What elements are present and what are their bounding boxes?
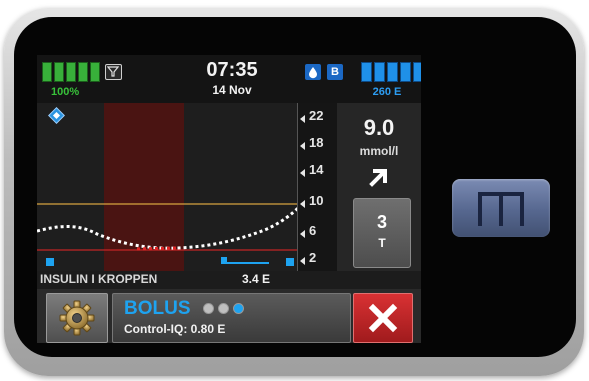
axis-label-22: 22 [309,108,324,123]
mode-badge: B [327,64,343,80]
insulin-remaining: 260 E [372,86,402,98]
close-icon [368,303,398,333]
progress-dot-active [233,303,244,314]
bolus-control-iq: Control-IQ: 0.80 E [124,322,226,336]
axis-tick [300,230,305,238]
insulin-cartridge-icon [361,62,421,82]
iob-value: 3.4 E [242,272,271,286]
t-button-letter: T [378,236,386,250]
t-logo-icon [478,192,524,226]
cgm-axis [297,103,338,271]
drop-icon [305,64,321,80]
t-button-number: 3 [376,212,387,232]
status-bar: 100% 07:35 14 Nov B 260 E [37,55,421,103]
pump-screen: 100% 07:35 14 Nov B 260 E 22 18 14 10 6 … [37,55,421,343]
settings-button[interactable] [46,293,108,343]
filter-icon [105,64,122,80]
clock-time: 07:35 [206,59,258,81]
axis-tick [300,169,305,177]
axis-tick [300,115,305,123]
progress-dot [218,303,229,314]
bolus-label: BOLUS [124,298,191,319]
battery-percent: 100% [51,86,80,98]
cgm-graph [37,103,299,271]
cgm-trace [37,103,299,271]
temp-rate-button[interactable]: 3 T [353,198,411,268]
axis-tick [300,257,305,265]
axis-tick [300,142,305,150]
close-button[interactable] [353,293,413,343]
glucose-unit: mmol/l [359,144,399,158]
axis-label-10: 10 [309,193,324,208]
hardware-screen-button[interactable] [452,179,550,237]
axis-label-18: 18 [309,135,324,150]
gear-icon [59,300,95,336]
clock-date: 14 Nov [212,83,252,97]
progress-dot [203,303,214,314]
axis-label-14: 14 [309,162,324,177]
axis-tick [300,200,305,208]
axis-label-2: 2 [309,250,317,265]
axis-label-6: 6 [309,223,317,238]
glucose-value: 9.0 [363,115,395,140]
iob-label: INSULIN I KROPPEN [40,272,158,286]
bolus-button[interactable]: BOLUS Control-IQ: 0.80 E [112,293,351,343]
insulin-on-board-row: INSULIN I KROPPEN 3.4 E [37,271,421,289]
battery-icon [42,62,100,82]
arrow-up-right-icon [367,165,391,194]
bolus-progress-dots [203,303,244,314]
